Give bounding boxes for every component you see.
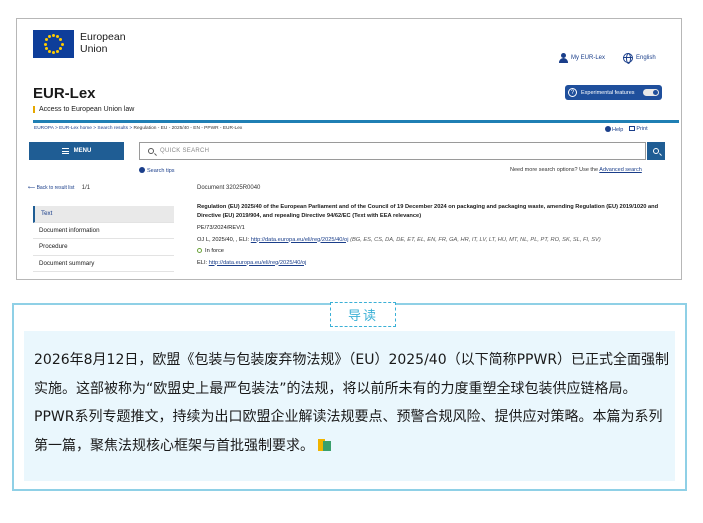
breadcrumb-item[interactable]: Search results: [97, 126, 128, 131]
flag-star: [56, 49, 60, 53]
more-search-options: Need more search options? Use the Advanc…: [510, 167, 642, 173]
question-icon: ?: [568, 88, 577, 97]
eu-name: European Union: [80, 31, 126, 55]
document-id: Document 32025R0040: [197, 185, 261, 191]
available-languages[interactable]: (BG, ES, CS, DA, DE, ET, EL, EN, FR, GA,…: [350, 237, 601, 243]
status-text: In force: [205, 248, 224, 254]
breadcrumb-item[interactable]: EUROPA: [34, 126, 54, 131]
book-icon: [318, 438, 332, 451]
menu-button[interactable]: MENU: [29, 142, 124, 160]
search-button[interactable]: [647, 142, 665, 160]
flag-star: [44, 38, 48, 42]
search-tips-link[interactable]: Search tips: [139, 167, 175, 174]
flag-star: [43, 42, 47, 46]
back-to-results[interactable]: ⟵ Back to result list 1/1: [28, 185, 90, 191]
eli-link[interactable]: http://data.europa.eu/eli/reg/2025/40/oj: [209, 260, 307, 266]
toggle-switch[interactable]: [643, 89, 659, 96]
site-subtitle: Access to European Union law: [33, 106, 134, 113]
breadcrumb: EUROPA > EUR-Lex home > Search results >…: [34, 126, 243, 131]
eurlex-screenshot: European Union My EUR-Lex English EUR-Le…: [16, 18, 682, 280]
lead-label: 导读: [330, 302, 396, 327]
my-eurlex-link[interactable]: My EUR-Lex: [559, 53, 605, 63]
eli-line: ELI: http://data.europa.eu/eli/reg/2025/…: [197, 259, 307, 266]
eli-link[interactable]: http://data.europa.eu/eli/reg/2025/40/oj: [251, 237, 349, 243]
help-link[interactable]: Help: [605, 126, 623, 133]
lead-box: 导读 2026年8月12日，欧盟《包装与包装废弃物法规》（EU）2025/40（…: [12, 302, 687, 491]
flag-star: [52, 34, 55, 37]
in-force-status-icon: [197, 248, 202, 253]
sidebar-item-procedure[interactable]: Procedure: [33, 239, 174, 256]
sidebar-item-document-summary[interactable]: Document summary: [33, 256, 174, 272]
status-line: In force: [197, 247, 667, 256]
document-header: Regulation (EU) 2025/40 of the European …: [197, 203, 667, 270]
experimental-features-toggle[interactable]: ? Experimental features: [565, 85, 662, 100]
document-title: Regulation (EU) 2025/40 of the European …: [197, 204, 659, 219]
language-selector[interactable]: English: [623, 53, 656, 64]
result-pagination: 1/1: [81, 185, 91, 191]
lead-paragraph: 2026年8月12日，欧盟《包装与包装废弃物法规》（EU）2025/40（以下简…: [34, 352, 670, 454]
search-icon: [148, 148, 154, 154]
print-link[interactable]: Print: [629, 126, 648, 133]
breadcrumb-current: Regulation - EU - 2025/40 - EN - PPWR - …: [133, 126, 243, 131]
flag-star: [47, 35, 51, 39]
document-reference: PE/73/2024/REV/1: [197, 225, 245, 231]
info-icon: [139, 167, 145, 173]
official-journal-line: OJ L, 2025/40, , ELI: http://data.europa…: [197, 236, 601, 243]
header-divider: [33, 120, 679, 123]
breadcrumb-item[interactable]: EUR-Lex home: [59, 126, 92, 131]
quick-search-input[interactable]: QUICK SEARCH: [139, 142, 646, 160]
flag-star: [52, 51, 55, 54]
sidebar-item-text[interactable]: Text: [33, 206, 174, 223]
user-icon: [559, 53, 568, 63]
eu-flag-logo[interactable]: [33, 30, 74, 58]
site-title[interactable]: EUR-Lex: [33, 85, 96, 102]
sidebar-item-document-information[interactable]: Document information: [33, 223, 174, 239]
help-icon: [605, 126, 611, 132]
search-icon: [653, 148, 659, 154]
flag-star: [59, 46, 63, 50]
help-print-tools: Help Print: [605, 126, 648, 133]
advanced-search-link[interactable]: Advanced search: [599, 167, 642, 173]
flag-star: [44, 46, 48, 50]
lead-content: 2026年8月12日，欧盟《包装与包装废弃物法规》（EU）2025/40（以下简…: [24, 331, 675, 481]
print-icon: [629, 126, 636, 131]
globe-icon: [623, 53, 633, 64]
flag-star: [59, 38, 63, 42]
flag-star: [60, 42, 64, 46]
document-sidebar: Text Document information Procedure Docu…: [33, 206, 174, 272]
flag-star: [47, 49, 51, 53]
hamburger-icon: [61, 148, 69, 154]
